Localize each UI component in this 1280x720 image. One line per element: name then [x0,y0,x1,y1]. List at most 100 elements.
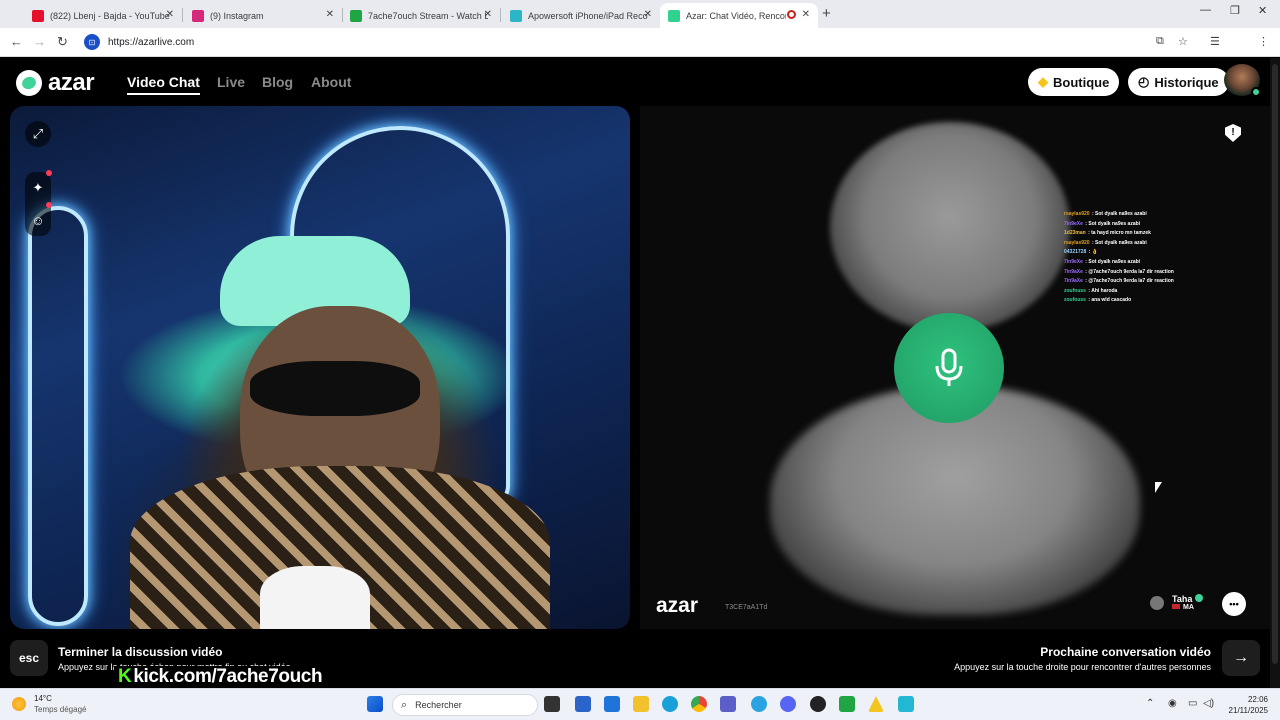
nav-live[interactable]: Live [217,74,245,90]
tab-title: Apowersoft iPhone/iPad Recorder [528,10,648,21]
forward-icon[interactable]: → [33,34,46,49]
user-avatar[interactable] [1224,64,1261,97]
chat-line: 7in9aXe : @7ache7ouch 9erda la7 dir reac… [1064,268,1174,275]
nav-about[interactable]: About [311,74,351,90]
url-text: https://azarlive.com [108,36,195,48]
cast-icon[interactable]: ⧉ [1156,35,1164,48]
discord-icon[interactable] [780,696,796,712]
azar-logo[interactable]: azar [16,69,95,97]
search-placeholder: Rechercher [415,700,462,710]
close-tab-icon[interactable]: ✕ [326,9,334,20]
start-icon[interactable] [367,696,383,712]
minimize-icon[interactable]: — [1200,4,1211,16]
tab-title: (9) Instagram [210,10,264,21]
verified-badge-icon [1195,594,1204,602]
nav-video-chat[interactable]: Video Chat [127,74,200,95]
weather-icon [12,697,26,711]
online-status-dot [1251,87,1261,97]
azar-watermark: azar [656,594,699,617]
tab-kick-stream[interactable]: 7ache7ouch Stream - Watch Live ✕ [342,3,500,28]
partner-country-row: MA [1172,604,1203,611]
telegram-icon[interactable] [751,696,767,712]
display-tray-icon[interactable]: ▭ [1188,698,1197,709]
shop-button[interactable]: ◆ Boutique [1028,68,1120,96]
omnibox[interactable]: ⊡ https://azarlive.com [80,31,1200,53]
microphone-button[interactable] [894,313,1004,423]
reading-list-icon[interactable]: ☰ [1210,35,1220,48]
tab-apowersoft[interactable]: Apowersoft iPhone/iPad Recorder ✕ [502,3,660,28]
neon-light [28,206,88,626]
bookmark-star-icon[interactable]: ☆ [1178,35,1188,48]
microphone-icon [935,348,963,386]
apowersoft-icon [510,9,522,22]
microphone-tray-icon[interactable]: ◉ [1168,698,1177,709]
clock-date: 21/11/2025 [1228,706,1268,715]
partner-avatar [1150,595,1164,610]
new-tab-button[interactable]: + [822,5,831,22]
esc-key-button[interactable]: esc [10,640,48,676]
site-info-icon[interactable]: ⊡ [84,34,100,50]
tab-instagram[interactable]: (9) Instagram ✕ [184,3,342,28]
partner-placeholder-head [830,122,1070,332]
watermark-code: T3CE7aA1Td [725,604,768,611]
back-icon[interactable]: ← [10,34,23,49]
chat-line: 7in9aXe : @7ache7ouch 9erda la7 dir reac… [1064,278,1174,285]
weather-widget[interactable]: 14°C Temps dégagé [12,693,86,715]
nav-blog[interactable]: Blog [262,74,293,90]
effects-sparkle-icon[interactable]: ✦ [25,170,52,204]
next-chat-button[interactable]: → [1222,640,1260,676]
warning-icon[interactable] [868,696,884,712]
widgets-icon[interactable] [575,696,591,712]
close-tab-icon[interactable]: ✕ [802,9,810,20]
taskbar-search[interactable]: ⌕ Rechercher [392,694,538,716]
partner-info[interactable]: Taha MA [1150,594,1204,611]
kick-logo-icon: K [118,666,132,687]
clock-icon: ◴ [1138,74,1150,89]
chat-line: rsaylas920 : Sot dyalk na9es azabi [1064,239,1147,246]
teams-icon[interactable] [720,696,736,712]
task-view-icon[interactable] [544,696,560,712]
expand-icon[interactable]: ⤢ [25,121,51,147]
chat-bubble-button[interactable]: ••• [1222,592,1246,616]
scrollbar-thumb[interactable] [1272,64,1278,664]
volume-tray-icon[interactable]: ◁) [1203,698,1214,709]
close-window-icon[interactable]: ✕ [1258,4,1267,17]
page-scrollbar[interactable] [1270,58,1280,688]
morocco-flag-icon [1172,604,1180,609]
self-video-feed [10,106,630,629]
outlook-icon[interactable] [604,696,620,712]
kick-icon [350,9,362,22]
history-button[interactable]: ◴ Historique [1128,68,1229,96]
chrome-icon[interactable] [691,696,707,712]
tray-chevron-icon[interactable]: ⌃ [1146,698,1154,709]
end-chat-title: Terminer la discussion vidéo [58,645,223,659]
edge-icon[interactable] [662,696,678,712]
system-clock[interactable]: 22:06 21/11/2025 [1229,694,1268,716]
chat-line: zoufouss : Ahi haroda [1064,287,1118,294]
kick-app-icon[interactable] [839,696,855,712]
person-shirt [260,566,370,629]
close-tab-icon[interactable]: ✕ [484,9,492,20]
next-chat-subtitle: Appuyez sur la touche droite pour rencon… [954,662,1211,672]
windows-taskbar: 14°C Temps dégagé ⌕ Rechercher ⌃ ◉ ▭ ◁) 2… [0,688,1280,720]
azar-logo-icon [16,70,42,96]
temperature: 14°C [34,694,52,703]
clock-time: 22:06 [1247,695,1268,704]
file-explorer-icon[interactable] [633,696,649,712]
obs-icon[interactable] [810,696,826,712]
reload-icon[interactable]: ↻ [57,34,68,50]
tab-youtube[interactable]: (822) Lbenj - Bajda - YouTube ✕ [24,3,182,28]
menu-icon[interactable]: ⋮ [1258,35,1269,48]
browser-tab-strip: (822) Lbenj - Bajda - YouTube ✕ (9) Inst… [0,0,1280,28]
tab-title: Azar: Chat Vidéo, Rencontre [686,10,786,21]
chat-line: 7in9eXe : Sot dyalk na9es azabi [1064,220,1141,227]
chat-line: zoufouss : ana wld cascado [1064,297,1132,304]
weather-condition: Temps dégagé [34,705,87,714]
restore-icon[interactable]: ❐ [1230,4,1240,17]
close-tab-icon[interactable]: ✕ [166,9,174,20]
face-filter-icon[interactable]: ☺ [25,202,52,236]
close-tab-icon[interactable]: ✕ [644,9,652,20]
next-chat-title: Prochaine conversation vidéo [1040,645,1211,659]
tab-azar[interactable]: Azar: Chat Vidéo, Rencontre ✕ [660,3,818,28]
apowersoft-app-icon[interactable] [898,696,914,712]
